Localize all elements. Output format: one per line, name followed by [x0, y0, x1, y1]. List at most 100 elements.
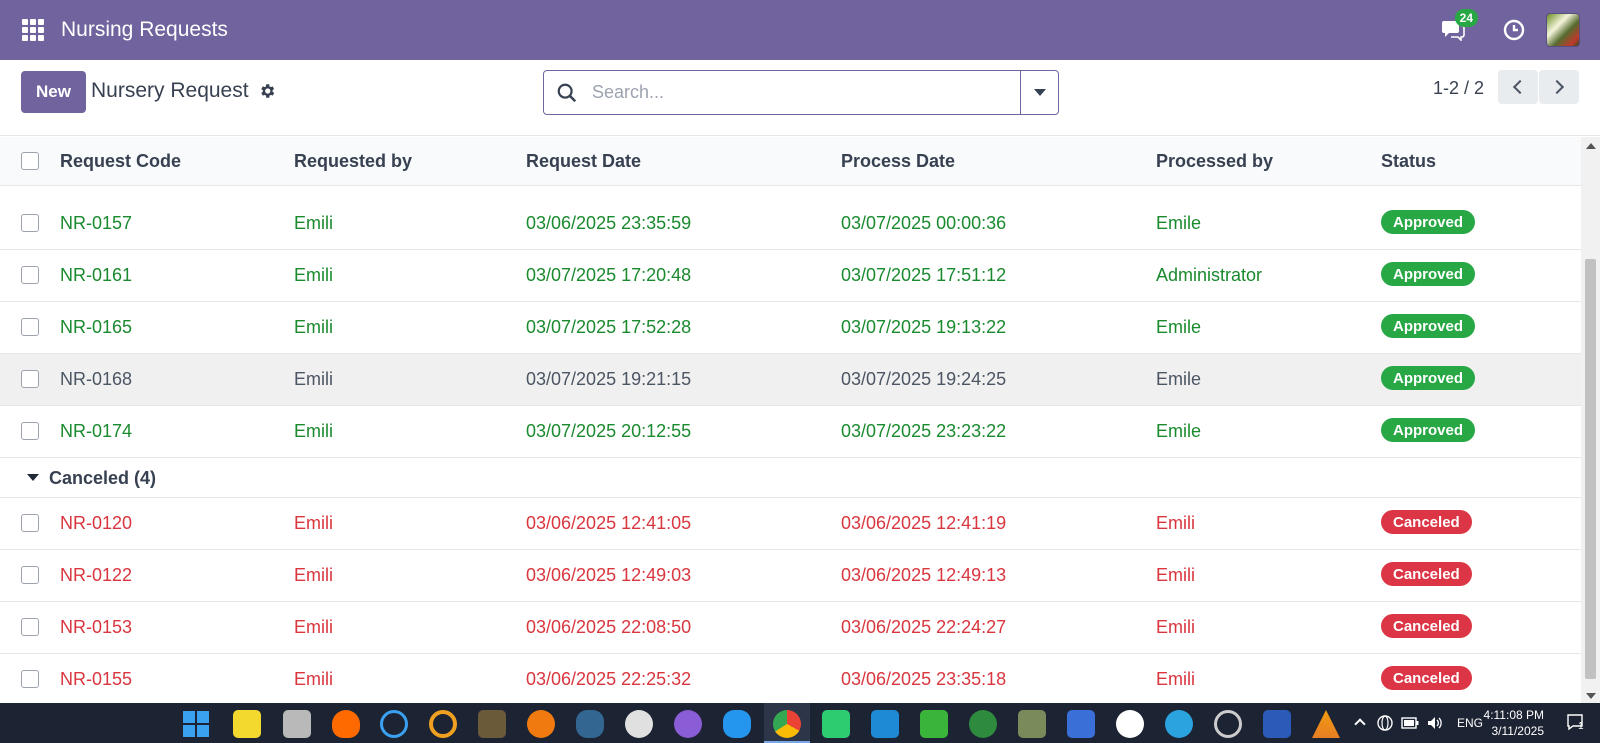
user-avatar[interactable] [1546, 13, 1580, 47]
file-explorer-icon[interactable] [283, 710, 311, 738]
status-badge: Canceled [1381, 510, 1472, 534]
activity-clock-icon[interactable] [1502, 18, 1526, 42]
row-checkbox[interactable] [21, 670, 39, 688]
header-process-date[interactable]: Process Date [841, 151, 955, 172]
pager-next-button[interactable] [1539, 70, 1579, 104]
row-checkbox[interactable] [21, 214, 39, 232]
status-badge: Approved [1381, 262, 1476, 286]
caret-down-icon [27, 474, 39, 481]
request-date: 03/07/2025 19:21:15 [526, 369, 692, 389]
requested-by: Emili [294, 421, 333, 441]
clock-date: 3/11/2025 [1491, 724, 1545, 738]
windows-start-icon[interactable] [183, 711, 209, 737]
vertical-scrollbar[interactable] [1581, 137, 1600, 705]
select-all-checkbox[interactable] [21, 152, 39, 170]
pipe-app-icon[interactable] [920, 710, 948, 738]
postgres-icon[interactable] [576, 710, 604, 738]
row-checkbox[interactable] [21, 618, 39, 636]
clock-time: 4:11:08 PM [1483, 708, 1544, 722]
table-row[interactable]: NR-0120 Emili 03/06/2025 12:41:05 03/06/… [0, 498, 1581, 550]
messaging-button[interactable]: 24 [1438, 9, 1478, 45]
github-icon[interactable] [674, 710, 702, 738]
table-row[interactable]: NR-0174 Emili 03/07/2025 20:12:55 03/07/… [0, 406, 1581, 458]
chrome-icon[interactable] [773, 710, 801, 738]
search-tool-icon[interactable] [429, 710, 457, 738]
greenshot-icon[interactable] [822, 710, 850, 738]
gear-app-icon[interactable] [969, 710, 997, 738]
battery-icon[interactable] [1401, 717, 1419, 729]
search-bar [543, 70, 1059, 115]
whatsapp-icon[interactable] [1116, 710, 1144, 738]
vscode-icon[interactable] [871, 710, 899, 738]
row-checkbox[interactable] [21, 514, 39, 532]
scroll-thumb[interactable] [1585, 259, 1596, 679]
row-checkbox[interactable] [21, 266, 39, 284]
search-options-toggle[interactable] [1020, 71, 1058, 114]
table-row[interactable]: NR-0155 Emili 03/06/2025 22:25:32 03/06/… [0, 654, 1581, 705]
list-view: Request Code Requested by Request Date P… [0, 137, 1581, 705]
app-menu-icon[interactable] [22, 19, 44, 41]
tray-chevron-up-icon[interactable] [1354, 718, 1366, 730]
notification-center-button[interactable]: 1 [1566, 713, 1586, 733]
breadcrumb: Nursery Request [91, 79, 249, 102]
request-code: NR-0161 [60, 265, 133, 285]
header-processed-by[interactable]: Processed by [1156, 151, 1273, 172]
grid-app-icon[interactable] [1067, 710, 1095, 738]
processed-by: Emile [1156, 213, 1202, 233]
scroll-down-arrow-icon[interactable] [1586, 693, 1596, 699]
flame-app-icon[interactable] [332, 710, 360, 738]
vlc-icon[interactable] [1312, 710, 1340, 738]
volume-icon[interactable] [1426, 715, 1444, 731]
row-checkbox[interactable] [21, 318, 39, 336]
table-row[interactable]: NR-0165 Emili 03/07/2025 17:52:28 03/07/… [0, 302, 1581, 354]
request-code: NR-0165 [60, 317, 133, 337]
processed-by: Emili [1156, 513, 1195, 533]
request-date: 03/06/2025 12:41:05 [526, 513, 692, 533]
table-row[interactable]: NR-0153 Emili 03/06/2025 22:08:50 03/06/… [0, 602, 1581, 654]
process-date: 03/06/2025 12:49:13 [841, 565, 1007, 585]
row-checkbox[interactable] [21, 370, 39, 388]
gear-icon[interactable] [258, 82, 276, 100]
header-requested-by[interactable]: Requested by [294, 151, 412, 172]
status-badge: Approved [1381, 210, 1476, 234]
processed-by: Emile [1156, 369, 1202, 389]
network-tool-icon[interactable] [380, 710, 408, 738]
top-navbar: Nursing Requests 24 [0, 0, 1600, 60]
docker-icon[interactable] [723, 710, 751, 738]
request-date: 03/07/2025 20:12:55 [526, 421, 692, 441]
app-title[interactable]: Nursing Requests [61, 18, 228, 42]
pager-previous-button[interactable] [1498, 70, 1538, 104]
request-date: 03/06/2025 22:25:32 [526, 669, 692, 689]
new-button[interactable]: New [21, 71, 86, 113]
row-checkbox[interactable] [21, 566, 39, 584]
telegram-icon[interactable] [1165, 710, 1193, 738]
wordpress-icon[interactable] [1214, 710, 1242, 738]
request-code: NR-0120 [60, 513, 133, 533]
globe-icon[interactable] [1377, 715, 1393, 731]
processed-by: Emili [1156, 617, 1195, 637]
eye-app-icon[interactable] [1018, 710, 1046, 738]
scroll-up-arrow-icon[interactable] [1586, 143, 1596, 149]
gimp-icon[interactable] [478, 710, 506, 738]
row-checkbox[interactable] [21, 422, 39, 440]
search-app-icon[interactable] [625, 710, 653, 738]
header-request-date[interactable]: Request Date [526, 151, 641, 172]
table-row[interactable]: NR-0122 Emili 03/06/2025 12:49:03 03/06/… [0, 550, 1581, 602]
table-row[interactable]: NR-0161 Emili 03/07/2025 17:20:48 03/07/… [0, 250, 1581, 302]
processed-by: Administrator [1156, 265, 1263, 285]
search-input[interactable] [592, 82, 1012, 103]
blender-icon[interactable] [527, 710, 555, 738]
table-row[interactable]: NR-0168 Emili 03/07/2025 19:21:15 03/07/… [0, 354, 1581, 406]
status-badge: Approved [1381, 314, 1476, 338]
header-status[interactable]: Status [1381, 151, 1436, 172]
table-row[interactable]: NR-0157 Emili 03/06/2025 23:35:59 03/07/… [0, 198, 1581, 250]
pager-value[interactable]: 1-2 / 2 [1433, 78, 1484, 99]
header-request-code[interactable]: Request Code [60, 151, 181, 172]
system-clock[interactable]: 4:11:08 PM 3/11/2025 [1444, 707, 1544, 739]
processed-by: Emili [1156, 669, 1195, 689]
table-header: Request Code Requested by Request Date P… [0, 137, 1581, 186]
group-label: Canceled (4) [49, 468, 157, 488]
sticky-notes-icon[interactable] [233, 710, 261, 738]
group-header-canceled[interactable]: Canceled (4) [0, 458, 1581, 498]
word-icon[interactable] [1263, 710, 1291, 738]
